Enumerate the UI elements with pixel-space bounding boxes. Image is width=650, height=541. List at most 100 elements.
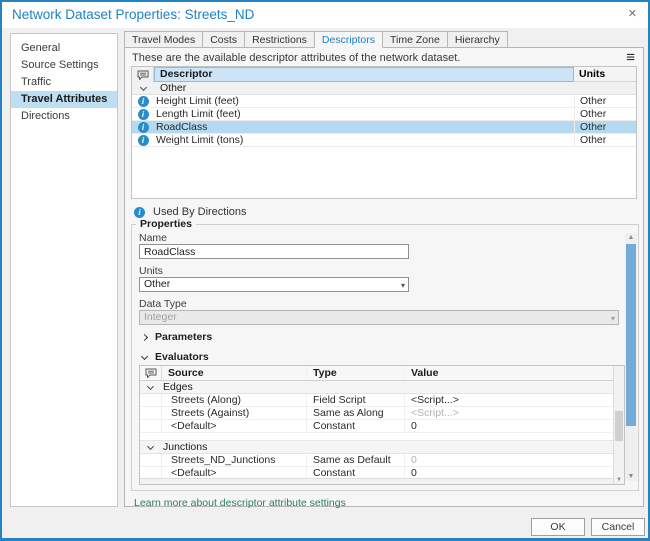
group-label: Junctions: [163, 441, 207, 453]
sidebar-item-source-settings[interactable]: Source Settings: [11, 57, 117, 74]
sidebar-item-general[interactable]: General: [11, 40, 117, 57]
column-header-descriptor[interactable]: Descriptor: [154, 67, 574, 82]
descriptors-tab-page: These are the available descriptor attri…: [124, 47, 644, 507]
tab-costs[interactable]: Costs: [203, 31, 245, 48]
scroll-up-icon[interactable]: ▲: [625, 234, 637, 241]
used-by-directions: i Used By Directions: [134, 206, 247, 218]
title-bar: Network Dataset Properties: Streets_ND ✕: [2, 2, 648, 28]
tab-descriptors[interactable]: Descriptors: [315, 31, 383, 48]
eval-source: Streets_ND_Junctions: [162, 454, 307, 466]
info-icon[interactable]: i: [138, 135, 149, 146]
data-type-label: Data Type: [139, 298, 187, 310]
name-label: Name: [139, 232, 167, 244]
units-value: Other: [144, 278, 170, 290]
descriptor-units: Other: [574, 134, 636, 146]
close-icon[interactable]: ✕: [628, 7, 637, 20]
units-dropdown[interactable]: Other ▾: [139, 277, 409, 292]
sidebar: General Source Settings Traffic Travel A…: [10, 33, 118, 507]
chevron-down-icon: [147, 442, 154, 449]
scroll-down-icon[interactable]: ▼: [625, 473, 637, 480]
tab-strip: Travel Modes Costs Restrictions Descript…: [124, 31, 508, 48]
eval-value: 0: [405, 420, 624, 432]
descriptor-table-header: Descriptor Units: [132, 67, 636, 82]
info-icon: i: [134, 207, 145, 218]
page-caption: These are the available descriptor attri…: [132, 52, 460, 64]
tab-restrictions[interactable]: Restrictions: [245, 31, 315, 48]
sidebar-item-travel-attributes[interactable]: Travel Attributes: [11, 91, 117, 108]
evaluators-expander[interactable]: Evaluators: [142, 351, 209, 363]
eval-source: <Default>: [162, 420, 307, 432]
tab-time-zone[interactable]: Time Zone: [383, 31, 448, 48]
group-row-edges[interactable]: Edges: [140, 381, 624, 394]
descriptor-name: Height Limit (feet): [154, 95, 574, 107]
eval-value: <Script...>: [405, 394, 624, 406]
tab-hierarchy[interactable]: Hierarchy: [448, 31, 508, 48]
row-icon-cell: [140, 420, 162, 432]
table-row-selected[interactable]: i RoadClass Other: [132, 121, 636, 134]
info-icon[interactable]: i: [138, 109, 149, 120]
chevron-down-icon: [147, 382, 154, 389]
scrollbar-thumb[interactable]: [626, 244, 636, 426]
network-dataset-properties-dialog: Network Dataset Properties: Streets_ND ✕…: [0, 0, 650, 541]
sidebar-item-directions[interactable]: Directions: [11, 108, 117, 125]
evaluator-row[interactable]: Streets_ND_Junctions Same as Default 0: [140, 454, 624, 467]
eval-type: Same as Along: [307, 407, 405, 419]
tab-travel-modes[interactable]: Travel Modes: [124, 31, 203, 48]
properties-legend: Properties: [136, 218, 196, 230]
scrollbar-thumb[interactable]: [615, 411, 623, 441]
scroll-down-icon[interactable]: ▼: [614, 477, 624, 483]
info-icon[interactable]: i: [138, 96, 149, 107]
evaluators-label: Evaluators: [155, 351, 209, 363]
sidebar-item-traffic[interactable]: Traffic: [11, 74, 117, 91]
eval-source: Streets (Along): [162, 394, 307, 406]
descriptor-units: Other: [574, 95, 636, 107]
column-header-source[interactable]: Source: [162, 366, 307, 380]
group-row-junctions[interactable]: Junctions: [140, 441, 624, 454]
eval-source: Streets (Against): [162, 407, 307, 419]
data-type-dropdown: Integer ▾: [139, 310, 619, 325]
row-icon-cell: [140, 454, 162, 466]
eval-type: Field Script: [307, 394, 405, 406]
evaluator-row[interactable]: Streets (Along) Field Script <Script...>: [140, 394, 624, 407]
units-label: Units: [139, 265, 163, 277]
info-icon[interactable]: i: [138, 122, 149, 133]
eval-type: Same as Default: [307, 454, 405, 466]
table-row[interactable]: i Length Limit (feet) Other: [132, 108, 636, 121]
dialog-title: Network Dataset Properties: Streets_ND: [12, 7, 254, 22]
chevron-down-icon: ▾: [401, 279, 405, 292]
column-header-units[interactable]: Units: [574, 67, 636, 82]
used-by-label: Used By Directions: [153, 206, 247, 218]
parameters-expander[interactable]: Parameters: [142, 331, 212, 343]
evaluator-row[interactable]: <Default> Constant 0: [140, 420, 624, 433]
ok-button[interactable]: OK: [531, 518, 585, 536]
descriptor-name: Weight Limit (tons): [154, 134, 574, 146]
column-header-value[interactable]: Value: [405, 366, 624, 380]
group-label: Edges: [163, 381, 193, 393]
chevron-down-icon: ▾: [611, 312, 615, 325]
data-type-value: Integer: [144, 311, 177, 323]
properties-vertical-scrollbar[interactable]: ▲ ▼: [625, 233, 637, 481]
evaluators-table: Source Type Value Edges Streets (Along) …: [139, 365, 625, 485]
chevron-right-icon: [141, 333, 148, 340]
menu-icon[interactable]: ≡: [626, 49, 635, 66]
descriptor-units: Other: [574, 108, 636, 120]
evaluator-row[interactable]: Streets (Against) Same as Along <Script.…: [140, 407, 624, 420]
row-icon-cell: [140, 394, 162, 406]
chevron-down-icon: [141, 352, 148, 359]
group-row-other[interactable]: Other: [132, 82, 636, 95]
table-row[interactable]: i Height Limit (feet) Other: [132, 95, 636, 108]
name-input[interactable]: [139, 244, 409, 259]
properties-groupbox: Properties Name Units Other ▾ Data Type …: [131, 224, 639, 491]
group-label: Other: [160, 82, 186, 94]
parameters-label: Parameters: [155, 331, 212, 343]
learn-more-link[interactable]: Learn more about descriptor attribute se…: [134, 497, 346, 509]
cancel-button[interactable]: Cancel: [591, 518, 645, 536]
horizontal-scrollbar[interactable]: [140, 478, 613, 484]
descriptor-table: Descriptor Units Other i Height Limit (f…: [131, 66, 637, 199]
inner-vertical-scrollbar[interactable]: ▼: [613, 366, 624, 484]
comment-icon: [132, 67, 154, 82]
table-row[interactable]: i Weight Limit (tons) Other: [132, 134, 636, 147]
eval-value: 0: [405, 454, 624, 466]
descriptor-units: Other: [574, 121, 636, 133]
column-header-type[interactable]: Type: [307, 366, 405, 380]
